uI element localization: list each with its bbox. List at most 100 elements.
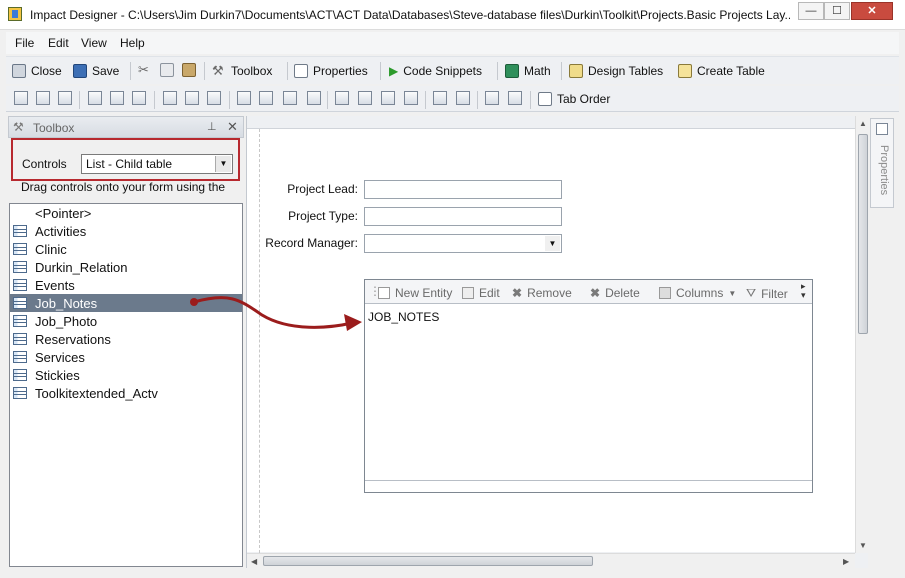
v-spacing-remove-icon[interactable] xyxy=(404,91,418,105)
table-icon xyxy=(13,369,27,381)
menu-edit[interactable]: Edit xyxy=(48,36,69,50)
align-left-icon[interactable] xyxy=(14,91,28,105)
h-spacing-equal-icon[interactable] xyxy=(237,91,251,105)
design-surface: Project Lead: Project Type: Record Manag… xyxy=(246,116,869,568)
close-window-button[interactable]: ✕ xyxy=(851,2,893,20)
record-manager-dropdown[interactable]: ▼ xyxy=(364,234,562,253)
grid-toolbar: ⋮ New Entity Edit ✖ Remove ✖ Delete Colu… xyxy=(365,280,812,304)
vertical-scrollbar[interactable]: ▲ ▼ xyxy=(855,116,869,553)
window-title: Impact Designer - C:\Users\Jim Durkin7\D… xyxy=(30,8,790,22)
list-item[interactable]: Activities xyxy=(10,222,242,240)
code-snippets-button[interactable]: ▶ Code Snippets xyxy=(389,63,482,79)
list-item[interactable]: Job_Photo xyxy=(10,312,242,330)
properties-button[interactable]: Properties xyxy=(294,63,368,79)
menu-help[interactable]: Help xyxy=(120,36,145,50)
list-item[interactable]: Events xyxy=(10,276,242,294)
h-spacing-remove-icon[interactable] xyxy=(307,91,321,105)
play-icon: ▶ xyxy=(389,64,399,78)
v-spacing-increase-icon[interactable] xyxy=(358,91,372,105)
list-item[interactable]: <Pointer> xyxy=(10,204,242,222)
list-item[interactable]: Clinic xyxy=(10,240,242,258)
list-item-label: Activities xyxy=(35,223,87,239)
same-width-icon[interactable] xyxy=(163,91,177,105)
align-right-icon[interactable] xyxy=(58,91,72,105)
design-tables-icon xyxy=(569,64,583,78)
align-center-icon[interactable] xyxy=(36,91,50,105)
pin-icon[interactable]: ⊥ xyxy=(207,120,217,133)
table-icon xyxy=(13,279,27,291)
toolbar-separator xyxy=(497,62,498,80)
columns-button[interactable]: Columns ▼ xyxy=(659,286,736,300)
scroll-right-icon[interactable]: ▶ xyxy=(843,557,849,566)
title-bar: Impact Designer - C:\Users\Jim Durkin7\D… xyxy=(0,0,905,30)
scroll-left-icon[interactable]: ◀ xyxy=(251,557,257,566)
list-item[interactable]: Services xyxy=(10,348,242,366)
list-item[interactable]: Durkin_Relation xyxy=(10,258,242,276)
h-spacing-increase-icon[interactable] xyxy=(259,91,273,105)
overflow-icon[interactable]: ▸ ▾ xyxy=(801,282,806,300)
project-type-label: Project Type: xyxy=(288,209,358,223)
center-horizontal-icon[interactable] xyxy=(433,91,447,105)
edit-button[interactable]: Edit xyxy=(462,286,500,300)
minimize-button[interactable]: — xyxy=(798,2,824,20)
app-icon xyxy=(8,7,22,21)
horizontal-scroll-thumb[interactable] xyxy=(263,556,593,566)
new-entity-button[interactable]: New Entity xyxy=(378,286,452,300)
toolbar-separator xyxy=(154,91,155,109)
design-tables-button[interactable]: Design Tables xyxy=(569,63,663,79)
delete-button[interactable]: ✖ Delete xyxy=(590,286,640,300)
same-height-icon[interactable] xyxy=(185,91,199,105)
dropdown-arrow-icon[interactable]: ▼ xyxy=(545,236,560,251)
table-icon xyxy=(13,297,27,309)
create-table-button[interactable]: Create Table xyxy=(678,63,765,79)
same-size-icon[interactable] xyxy=(207,91,221,105)
list-item[interactable]: Reservations xyxy=(10,330,242,348)
project-lead-label: Project Lead: xyxy=(287,182,358,196)
center-vertical-icon[interactable] xyxy=(456,91,470,105)
table-icon xyxy=(13,351,27,363)
list-item-selected[interactable]: Job_Notes xyxy=(10,294,242,312)
create-table-label: Create Table xyxy=(697,64,765,78)
filter-button[interactable]: ⛛ Filter xyxy=(746,286,788,301)
horizontal-scrollbar[interactable]: ◀ ▶ xyxy=(247,553,855,568)
list-item[interactable]: Toolkitextended_Actv xyxy=(10,384,242,402)
toolbar-separator xyxy=(79,91,80,109)
table-icon xyxy=(13,333,27,345)
form-canvas[interactable]: Project Lead: Project Type: Record Manag… xyxy=(247,128,855,553)
properties-side-tab[interactable]: Properties xyxy=(870,118,894,208)
chevron-down-icon[interactable]: ▼ xyxy=(728,289,736,298)
scroll-down-icon[interactable]: ▼ xyxy=(859,541,867,550)
dropdown-arrow-icon[interactable]: ▼ xyxy=(215,156,231,172)
tab-order-button[interactable]: Tab Order xyxy=(538,91,610,107)
h-spacing-decrease-icon[interactable] xyxy=(283,91,297,105)
menu-file[interactable]: File xyxy=(15,36,34,50)
create-table-icon xyxy=(678,64,692,78)
vertical-scroll-thumb[interactable] xyxy=(858,134,868,334)
send-to-back-icon[interactable] xyxy=(508,91,522,105)
align-middle-icon[interactable] xyxy=(110,91,124,105)
scroll-up-icon[interactable]: ▲ xyxy=(859,119,867,128)
close-button[interactable]: Close xyxy=(12,63,62,79)
menu-view[interactable]: View xyxy=(81,36,107,50)
copy-icon[interactable] xyxy=(160,63,174,77)
toolbox-close-icon[interactable]: ✕ xyxy=(227,119,238,135)
v-spacing-decrease-icon[interactable] xyxy=(381,91,395,105)
toolbar-separator xyxy=(380,62,381,80)
cut-icon[interactable]: ✂ xyxy=(138,63,152,77)
grid-table-name: JOB_NOTES xyxy=(368,310,440,324)
bring-to-front-icon[interactable] xyxy=(485,91,499,105)
project-type-field[interactable] xyxy=(364,207,562,226)
paste-icon[interactable] xyxy=(182,63,196,77)
child-table-grid[interactable]: ⋮ New Entity Edit ✖ Remove ✖ Delete Colu… xyxy=(364,279,813,493)
project-lead-field[interactable] xyxy=(364,180,562,199)
v-spacing-equal-icon[interactable] xyxy=(335,91,349,105)
list-item[interactable]: Stickies xyxy=(10,366,242,384)
align-bottom-icon[interactable] xyxy=(132,91,146,105)
save-button[interactable]: Save xyxy=(73,63,119,79)
remove-button[interactable]: ✖ Remove xyxy=(512,286,572,300)
math-button[interactable]: Math xyxy=(505,63,551,79)
maximize-button[interactable]: ☐ xyxy=(824,2,850,20)
toolbox-button[interactable]: ⚒ Toolbox xyxy=(212,63,272,79)
controls-dropdown[interactable]: List - Child table ▼ xyxy=(81,154,233,174)
align-top-icon[interactable] xyxy=(88,91,102,105)
